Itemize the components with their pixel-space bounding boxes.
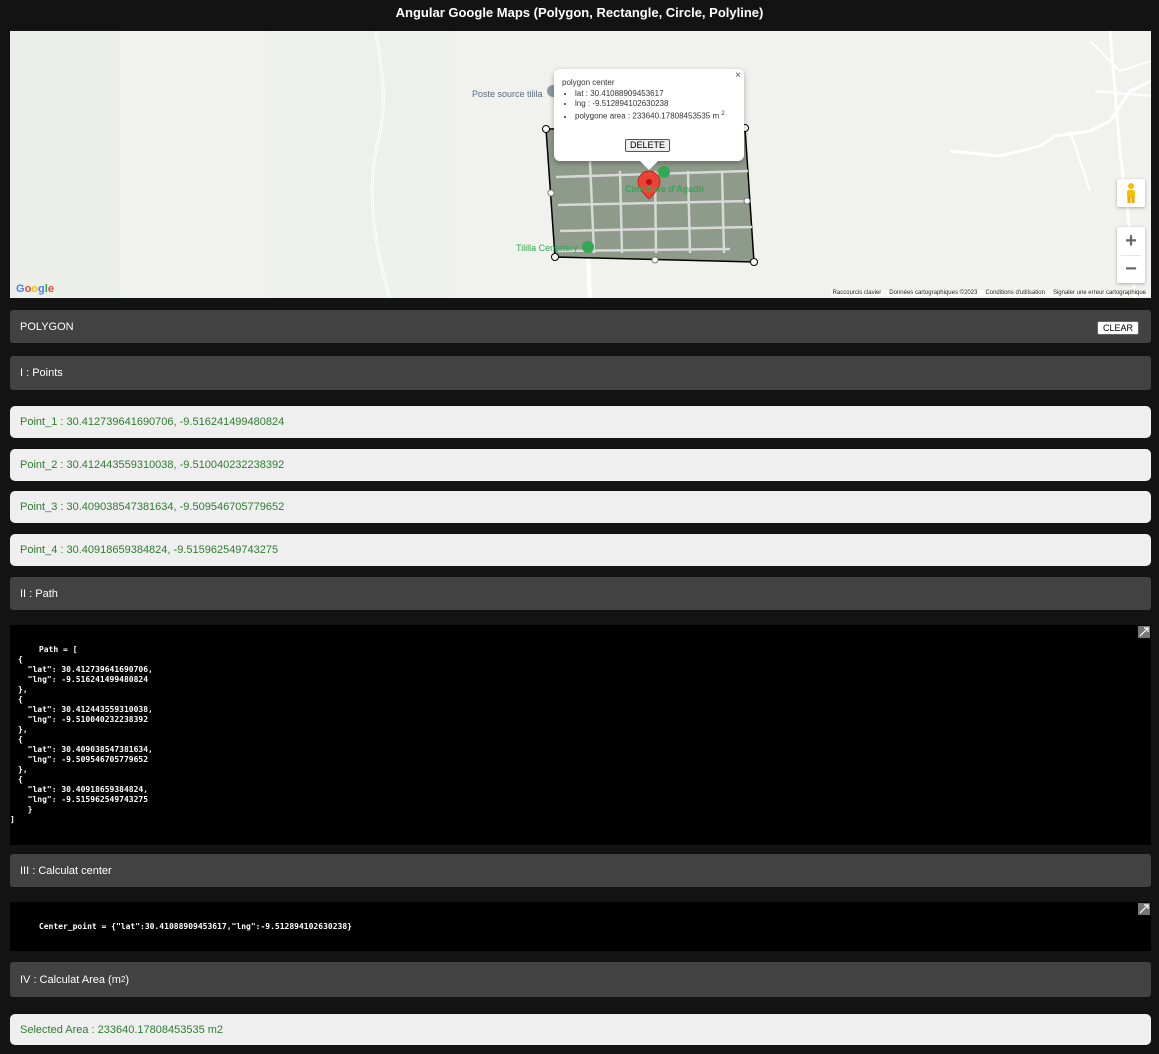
infowindow-list: lat : 30.41088909453617 lng : -9.5128941… bbox=[562, 89, 725, 122]
copy-icon[interactable] bbox=[1138, 626, 1150, 638]
section-path-title: II : Path bbox=[20, 587, 58, 600]
map-attribution: Raccourcis clavier Données cartographiqu… bbox=[830, 290, 1148, 296]
section-points-title: I : Points bbox=[20, 367, 63, 379]
report-error-link[interactable]: Signaler une erreur cartographique bbox=[1053, 290, 1146, 296]
point-row: Point_2 : 30.412443559310038, -9.5100402… bbox=[10, 449, 1151, 481]
path-code-body: { "lat": 30.412739641690706, "lng": -9.5… bbox=[18, 655, 153, 814]
map-data-text: Données cartographiques ©2023 bbox=[889, 290, 978, 296]
point-row: Point_4 : 30.40918659384824, -9.51596254… bbox=[10, 534, 1151, 566]
terms-link[interactable]: Conditions d'utilisation bbox=[985, 290, 1045, 296]
zoom-in-button[interactable]: + bbox=[1117, 227, 1145, 255]
page-title: Angular Google Maps (Polygon, Rectangle,… bbox=[395, 5, 764, 20]
path-code-footer: ] bbox=[10, 815, 15, 824]
section-area: IV : Calculat Area (m 2) bbox=[10, 962, 1151, 997]
keyboard-shortcuts-link[interactable]: Raccourcis clavier bbox=[833, 290, 882, 296]
point-3-text: Point_3 : 30.409038547381634, -9.5095467… bbox=[20, 501, 285, 513]
path-code-header: Path = [ bbox=[10, 645, 78, 654]
cemetery-poi-icon bbox=[658, 166, 670, 178]
pegman-button[interactable] bbox=[1117, 179, 1145, 207]
point-2-text: Point_2 : 30.412443559310038, -9.5100402… bbox=[20, 459, 285, 471]
point-row: Point_1 : 30.412739641690706, -9.5162414… bbox=[10, 406, 1151, 438]
pegman-icon bbox=[1127, 183, 1135, 203]
center-lat: lat : 30.41088909453617 bbox=[575, 89, 725, 99]
clear-button[interactable]: CLEAR bbox=[1096, 321, 1139, 335]
polygon-area: polygone area : 233640.17808453535 m 2 bbox=[575, 109, 725, 122]
center-lng: lng : -9.512894102630238 bbox=[575, 99, 725, 109]
path-code-block: Path = [ { "lat": 30.412739641690706, "l… bbox=[10, 625, 1151, 845]
poste-source-label: Poste source tilila bbox=[472, 89, 543, 99]
area-result-row: Selected Area : 233640.17808453535 m2 bbox=[10, 1014, 1151, 1045]
point-1-text: Point_1 : 30.412739641690706, -9.5162414… bbox=[20, 416, 285, 428]
google-logo: Google bbox=[16, 283, 54, 295]
tililla-poi-icon bbox=[582, 241, 594, 253]
area-result-text: Selected Area : 233640.17808453535 m2 bbox=[20, 1023, 224, 1036]
section-area-title: IV : Calculat Area (m 2) bbox=[20, 973, 129, 986]
polygon-header-bar: POLYGON CLEAR bbox=[10, 310, 1151, 343]
section-path: II : Path bbox=[10, 577, 1151, 610]
close-icon[interactable]: × bbox=[735, 70, 741, 81]
section-center: III : Calculat center bbox=[10, 854, 1151, 887]
section-points: I : Points bbox=[10, 356, 1151, 390]
copy-icon[interactable] bbox=[1138, 903, 1150, 915]
zoom-control: + − bbox=[1117, 227, 1145, 283]
delete-button[interactable]: DELETE bbox=[625, 139, 671, 152]
polygon-infowindow: polygon center × lat : 30.41088909453617… bbox=[554, 69, 744, 170]
polygon-label: POLYGON bbox=[20, 320, 74, 333]
infowindow-title: polygon center bbox=[562, 78, 615, 87]
zoom-out-button[interactable]: − bbox=[1117, 255, 1145, 283]
cemetery-label: Cimetière d'Agadir bbox=[625, 184, 705, 194]
point-row: Point_3 : 30.409038547381634, -9.5095467… bbox=[10, 491, 1151, 523]
map-view[interactable]: Poste source tilila Cimetière d'Agadir T… bbox=[10, 31, 1151, 298]
section-center-title: III : Calculat center bbox=[20, 864, 112, 877]
center-code-block: Center_point = {"lat":30.41088909453617,… bbox=[10, 902, 1151, 951]
point-4-text: Point_4 : 30.40918659384824, -9.51596254… bbox=[20, 544, 279, 556]
tililla-label: Tililla Cemetery bbox=[516, 243, 578, 253]
center-code-text: Center_point = {"lat":30.41088909453617,… bbox=[10, 922, 352, 931]
